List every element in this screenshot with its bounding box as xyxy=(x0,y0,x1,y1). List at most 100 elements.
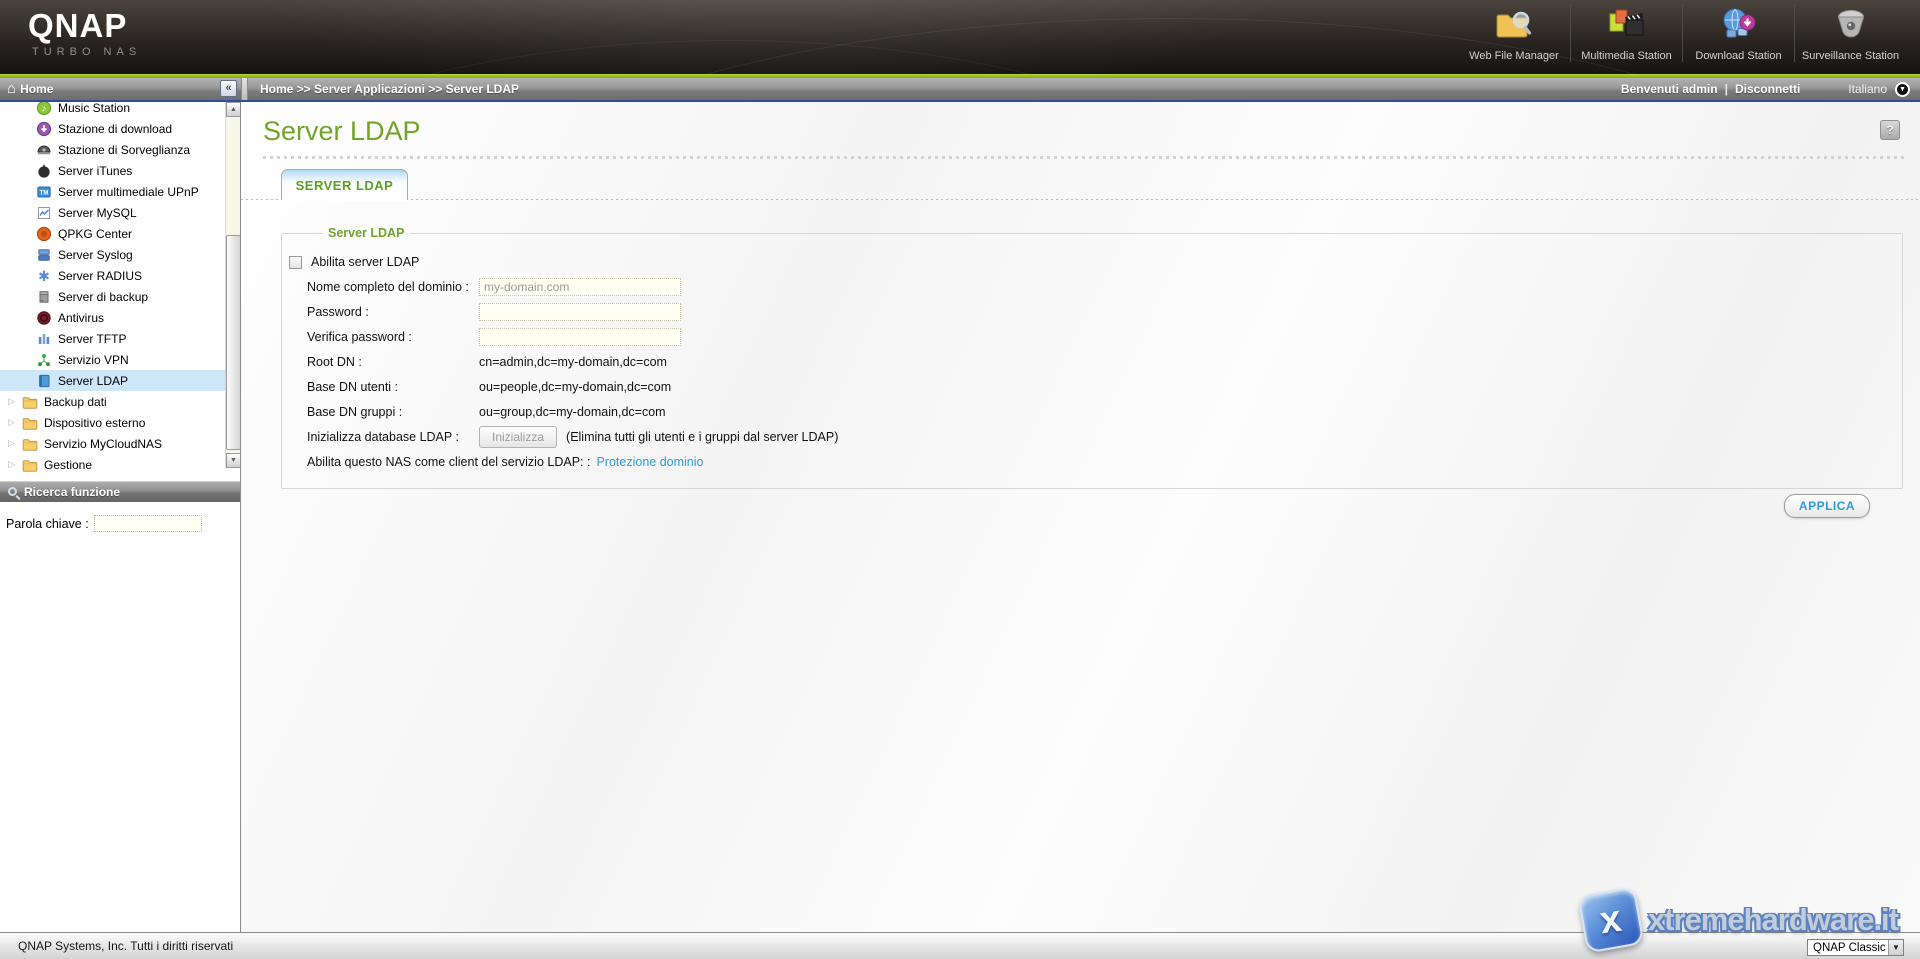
expand-arrow-icon[interactable]: ▷ xyxy=(8,417,22,428)
backup-server-icon xyxy=(36,289,52,305)
station-download-station[interactable]: Download Station xyxy=(1682,4,1794,62)
initialize-button[interactable]: Inizializza xyxy=(479,426,557,448)
folder-icon xyxy=(22,394,38,410)
ldap-icon xyxy=(36,373,52,389)
multimedia-station-icon xyxy=(1604,6,1650,48)
sidebar-scrollbar[interactable]: ▲ ▼ xyxy=(225,102,240,468)
svg-text:TM: TM xyxy=(40,190,49,196)
help-button[interactable]: ? xyxy=(1880,120,1900,140)
sidebar-item-gestione[interactable]: ▷ Gestione xyxy=(0,454,226,474)
enable-ldap-row: Abilita server LDAP xyxy=(289,250,1902,274)
field-input-verifica-password[interactable] xyxy=(479,328,681,346)
sidebar: ♪ Music Station Stazione di download Stazio… xyxy=(0,102,241,932)
title-dotted-divider xyxy=(263,156,1905,159)
svg-text:♪: ♪ xyxy=(42,103,47,114)
sidebar-item-label: Music Station xyxy=(58,102,130,115)
initialize-note: (Elimina tutti gli utenti e i gruppi dal… xyxy=(566,430,838,444)
function-search-title: Ricerca funzione xyxy=(24,485,120,499)
expand-arrow-icon[interactable]: ▷ xyxy=(8,438,22,449)
dome-camera-icon xyxy=(36,142,52,158)
logout-link[interactable]: Disconnetti xyxy=(1735,82,1800,96)
separator: | xyxy=(1725,82,1728,96)
tab-server-ldap[interactable]: SERVER LDAP xyxy=(281,169,408,200)
scrollbar-thumb[interactable] xyxy=(226,235,240,450)
music-station-icon: ♪ xyxy=(36,102,52,116)
field-label: Password : xyxy=(307,305,479,319)
syslog-icon xyxy=(36,247,52,263)
panel-splitter[interactable] xyxy=(241,78,248,100)
scroll-down-button[interactable]: ▼ xyxy=(226,453,240,468)
expand-arrow-icon[interactable]: ▷ xyxy=(8,396,22,407)
field-input-password[interactable] xyxy=(479,303,681,321)
sidebar-item-qpkg-center[interactable]: QPKG Center xyxy=(0,223,226,244)
ldap-client-row: Abilita questo NAS come client del servi… xyxy=(307,449,1902,474)
sidebar-item-label: Antivirus xyxy=(58,311,104,325)
app-header: QNAP TURBO NAS Web File Manager Multimedi… xyxy=(0,0,1920,74)
expand-arrow-icon[interactable]: ▷ xyxy=(8,459,22,470)
station-label: Web File Manager xyxy=(1469,50,1559,62)
field-row-root-dn: Root DN :cn=admin,dc=my-domain,dc=com xyxy=(307,349,1902,374)
station-web-file-manager[interactable]: Web File Manager xyxy=(1458,4,1570,62)
field-label: Root DN : xyxy=(307,355,479,369)
home-icon: ⌂ xyxy=(7,82,16,96)
station-surveillance-station[interactable]: Surveillance Station xyxy=(1794,4,1906,62)
sidebar-item-antivirus[interactable]: Antivirus xyxy=(0,307,226,328)
sidebar-item-server-tftp[interactable]: Server TFTP xyxy=(0,328,226,349)
qnap-logo: QNAP TURBO NAS xyxy=(0,0,141,58)
sidebar-item-label: Server RADIUS xyxy=(58,269,142,283)
qnap-admin-screen: QNAP TURBO NAS Web File Manager Multimedi… xyxy=(0,0,1920,959)
initialize-row: Inizializza database LDAP : Inizializza … xyxy=(307,424,1902,449)
sidebar-header: ⌂ Home « xyxy=(0,78,241,100)
field-label: Base DN gruppi : xyxy=(307,405,479,419)
theme-selector[interactable]: QNAP Classic ▼ xyxy=(1807,939,1904,956)
sidebar-item-server-di-backup[interactable]: Server di backup xyxy=(0,286,226,307)
sidebar-collapse-button[interactable]: « xyxy=(220,80,237,97)
station-label: Multimedia Station xyxy=(1581,50,1672,62)
enable-ldap-checkbox[interactable] xyxy=(289,256,302,269)
sidebar-header-title: Home xyxy=(20,82,53,96)
sidebar-item-label: Stazione di download xyxy=(58,122,172,136)
sidebar-item-server-ldap[interactable]: Server LDAP xyxy=(0,370,226,391)
main-content: ? Server LDAP SERVER LDAP Server LDAP Ab… xyxy=(241,102,1920,932)
domain-security-link[interactable]: Protezione dominio xyxy=(596,455,703,469)
station-multimedia-station[interactable]: Multimedia Station xyxy=(1570,4,1682,62)
keyword-input[interactable] xyxy=(94,515,202,532)
folder-icon xyxy=(22,457,38,473)
sidebar-item-dispositivo-esterno[interactable]: ▷Dispositivo esterno xyxy=(0,412,226,433)
breadcrumb-bar: Home >> Server Applicazioni >> Server LD… xyxy=(248,78,1920,100)
field-input-nome-completo-del-dominio[interactable] xyxy=(479,278,681,296)
sidebar-item-server-itunes[interactable]: Server iTunes xyxy=(0,160,226,181)
sidebar-item-stazione-di-download[interactable]: Stazione di download xyxy=(0,118,226,139)
server-ldap-section: Server LDAP Abilita server LDAP Nome com… xyxy=(281,226,1903,489)
sidebar-item-music-station[interactable]: ♪ Music Station xyxy=(0,102,226,118)
dropdown-arrow-icon: ▼ xyxy=(1888,940,1903,955)
sidebar-item-server-mysql[interactable]: Server MySQL xyxy=(0,202,226,223)
vpn-icon xyxy=(36,352,52,368)
sidebar-item-server-multimediale-upnp[interactable]: TMServer multimediale UPnP xyxy=(0,181,226,202)
sidebar-item-servizio-mycloudnas[interactable]: ▷ Servizio MyCloudNAS xyxy=(0,433,226,454)
scroll-up-button[interactable]: ▲ xyxy=(226,102,240,117)
field-value: ou=people,dc=my-domain,dc=com xyxy=(479,380,671,394)
field-row-verifica-password: Verifica password : xyxy=(307,324,1902,349)
sidebar-item-backup-dati[interactable]: ▷Backup dati xyxy=(0,391,226,412)
sidebar-item-servizio-vpn[interactable]: Servizio VPN xyxy=(0,349,226,370)
tab-label: SERVER LDAP xyxy=(296,178,394,193)
session-area: Benvenuti admin | Disconnetti Italiano ▼ xyxy=(1621,82,1910,97)
turbo-nas-subtitle: TURBO NAS xyxy=(32,46,141,58)
apply-button[interactable]: APPLICA xyxy=(1784,494,1870,518)
chevron-down-icon: ▼ xyxy=(1899,86,1906,93)
sidebar-item-server-radius[interactable]: ✱ Server RADIUS xyxy=(0,265,226,286)
sidebar-item-stazione-di-sorveglianza[interactable]: Stazione di Sorveglianza xyxy=(0,139,226,160)
language-dropdown-button[interactable]: ▼ xyxy=(1895,82,1910,97)
upnp-icon: TM xyxy=(36,184,52,200)
field-value: ou=group,dc=my-domain,dc=com xyxy=(479,405,666,419)
field-value: cn=admin,dc=my-domain,dc=com xyxy=(479,355,667,369)
footer: QNAP Systems, Inc. Tutti i diritti riser… xyxy=(0,932,1920,959)
sidebar-item-label: Servizio MyCloudNAS xyxy=(44,437,162,451)
radius-icon: ✱ xyxy=(36,268,52,284)
function-search-header: Ricerca funzione xyxy=(0,481,240,502)
sidebar-item-label: Gestione xyxy=(44,458,92,472)
antivirus-icon xyxy=(36,310,52,326)
sidebar-item-server-syslog[interactable]: Server Syslog xyxy=(0,244,226,265)
field-row-password: Password : xyxy=(307,299,1902,324)
